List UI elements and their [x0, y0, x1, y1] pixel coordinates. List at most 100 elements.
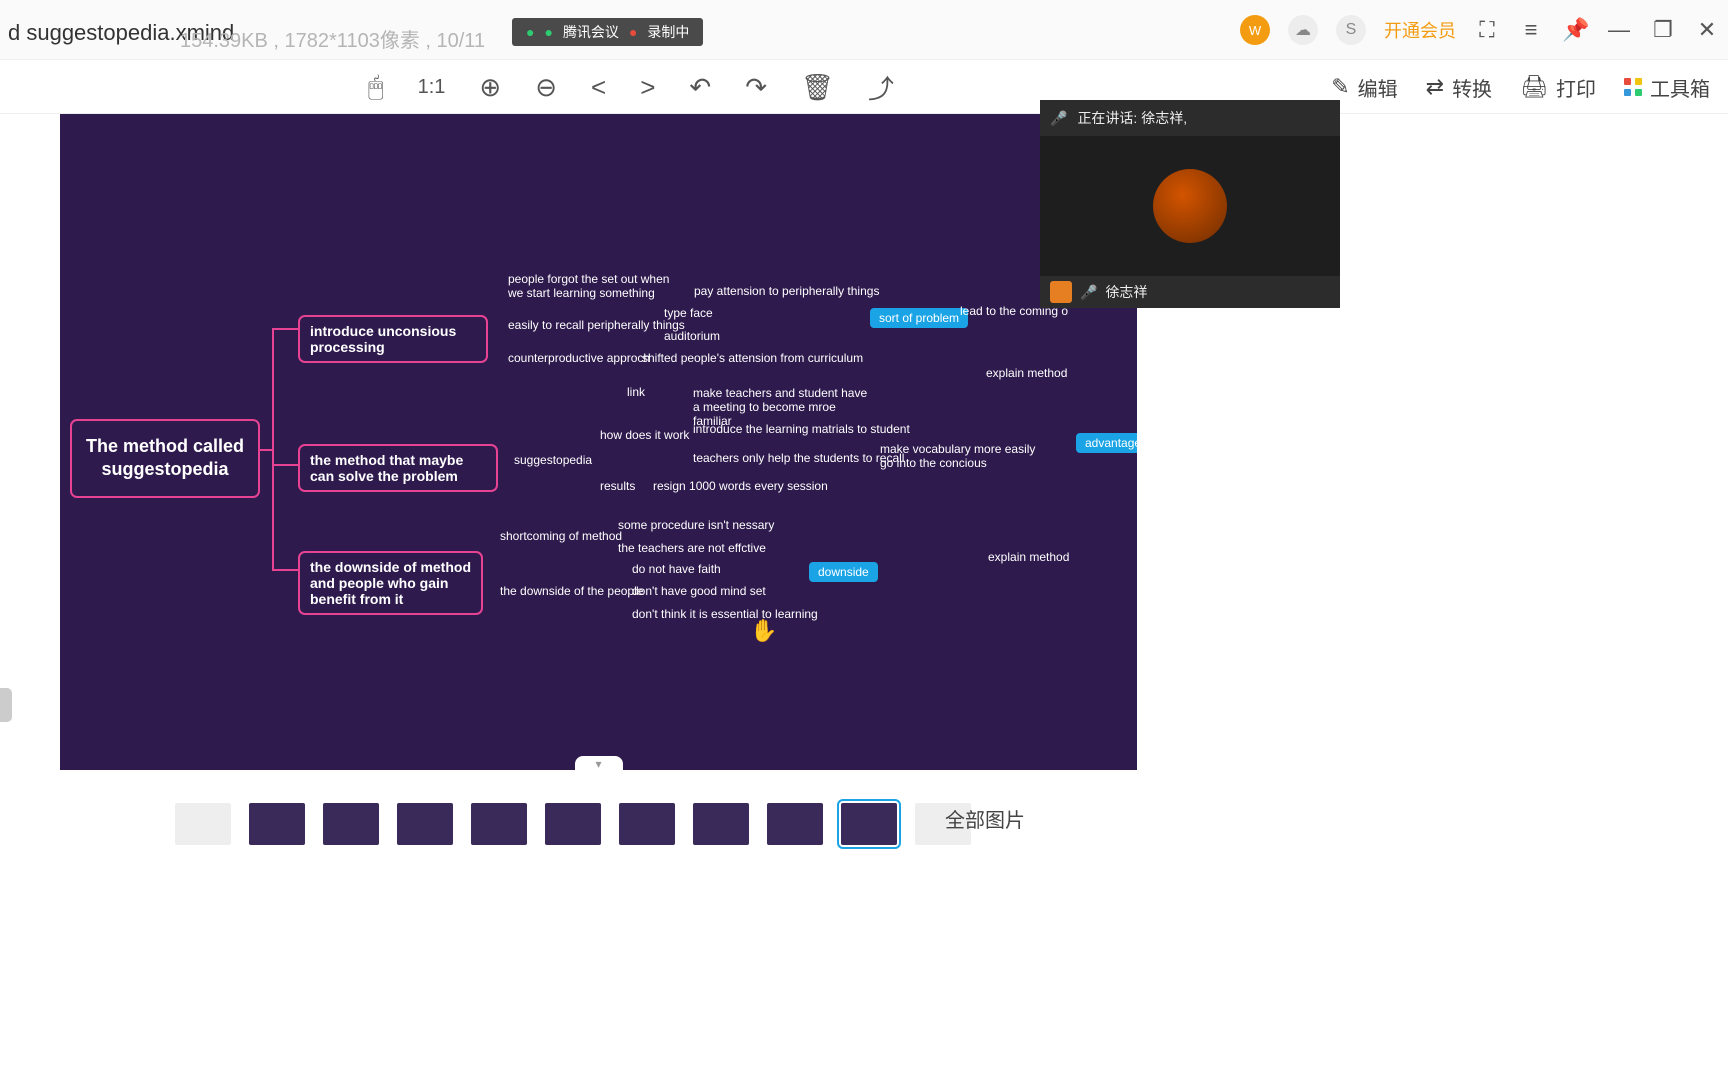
- file-dimensions: 1782*1103像素: [285, 30, 420, 52]
- fullscreen-icon[interactable]: ⛶: [1474, 17, 1500, 43]
- mindmap-node[interactable]: some procedure isn't nessary: [618, 518, 774, 532]
- overlay-body: [1040, 136, 1340, 276]
- mic-active-icon: 🎤: [1050, 110, 1067, 127]
- mic-icon: 🎤: [1080, 284, 1097, 301]
- thumbnail-7[interactable]: [619, 803, 675, 845]
- mindmap-tag[interactable]: sort of problem: [870, 308, 968, 328]
- mindmap-node[interactable]: the teachers are not effctive: [618, 541, 766, 555]
- speaking-label: 正在讲话: 徐志祥,: [1077, 108, 1187, 128]
- rotate-left-icon[interactable]: ↶: [689, 72, 711, 103]
- thumbnail-9[interactable]: [767, 803, 823, 845]
- mindmap-node[interactable]: people forgot the set out when we start …: [508, 272, 678, 300]
- grid-icon: [1624, 78, 1642, 96]
- mindmap-branch-2[interactable]: the method that maybe can solve the prob…: [298, 444, 498, 492]
- toolbar-right: ✎编辑 ⇄转换 🖨打印 工具箱: [1331, 60, 1710, 114]
- minimize-icon[interactable]: —: [1606, 17, 1632, 43]
- mindmap-branch-1[interactable]: introduce unconsious processing: [298, 315, 488, 363]
- mindmap-node[interactable]: results: [600, 479, 635, 493]
- mindmap-branch-3[interactable]: the downside of method and people who ga…: [298, 551, 483, 615]
- skype-icon[interactable]: S: [1336, 15, 1366, 45]
- thumbnail-4[interactable]: [397, 803, 453, 845]
- mindmap-node[interactable]: link: [627, 385, 645, 399]
- mindmap-root[interactable]: The method called suggestopedia: [70, 419, 260, 498]
- zoom-1to1-button[interactable]: 1:1: [418, 76, 446, 99]
- toolbox-button[interactable]: 工具箱: [1624, 73, 1710, 102]
- titlebar-right: W ☁ S 开通会员 ⛶ ≡ 📌 — ❐ ✕: [1240, 0, 1720, 60]
- toolbar: 🖱 1:1 ⊕ ⊖ < > ↶ ↷ 🗑 ⤴ ✎编辑 ⇄转换 🖨打印 工具箱: [0, 60, 1728, 114]
- mindmap-node[interactable]: how does it work: [600, 428, 689, 442]
- drag-cursor-icon: ✋: [750, 618, 777, 644]
- cloud-icon[interactable]: ☁: [1288, 15, 1318, 45]
- mindmap-node[interactable]: introduce the learning matrials to stude…: [693, 422, 910, 436]
- thumbnail-2[interactable]: [249, 803, 305, 845]
- image-viewer[interactable]: The method called suggestopedia introduc…: [60, 114, 1137, 770]
- swap-icon: ⇄: [1426, 74, 1444, 100]
- file-index: 10/11: [437, 30, 486, 52]
- connector-line: [272, 569, 298, 571]
- user-badge-icon: [1050, 281, 1072, 303]
- pin-icon[interactable]: 📌: [1562, 17, 1588, 43]
- connector-line: [272, 328, 298, 330]
- thumbnail-6[interactable]: [545, 803, 601, 845]
- titlebar: d suggestopedia.xmind 154.39KB , 1782*11…: [0, 0, 1728, 60]
- overlay-user: 徐志祥: [1105, 282, 1147, 302]
- mic-on-dot-icon: ●: [526, 24, 534, 40]
- vip-link[interactable]: 开通会员: [1384, 17, 1456, 43]
- pencil-icon: ✎: [1331, 74, 1349, 100]
- mindmap-tag[interactable]: advantage: [1076, 433, 1137, 453]
- thumbnail-10[interactable]: [841, 803, 897, 845]
- menu-icon[interactable]: ≡: [1518, 17, 1544, 43]
- convert-button[interactable]: ⇄转换: [1426, 73, 1492, 102]
- meeting-app-name: 腾讯会议: [563, 22, 619, 42]
- mindmap-node[interactable]: auditorium: [664, 329, 720, 343]
- rotate-right-icon[interactable]: ↷: [745, 72, 767, 103]
- thumbnail-3[interactable]: [323, 803, 379, 845]
- mindmap-node[interactable]: explain method: [986, 366, 1067, 380]
- collapse-handle-icon[interactable]: ▾: [575, 756, 623, 770]
- print-button[interactable]: 🖨打印: [1520, 73, 1596, 102]
- mouse-icon[interactable]: 🖱: [368, 71, 384, 103]
- mindmap-node[interactable]: shifted people's attension from curricul…: [642, 351, 863, 365]
- signal-dot-icon: ●: [544, 24, 552, 40]
- speaker-avatar-icon: [1153, 169, 1227, 243]
- mindmap-node[interactable]: make vocabulary more easily go into the …: [880, 442, 1050, 470]
- mindmap-node[interactable]: shortcoming of method: [500, 529, 622, 543]
- zoom-in-icon[interactable]: ⊕: [479, 72, 501, 103]
- mindmap-node[interactable]: explain method: [988, 550, 1069, 564]
- mindmap-node[interactable]: counterproductive approch: [508, 351, 650, 365]
- mindmap-node[interactable]: easily to recall peripherally things: [508, 318, 685, 332]
- mindmap-node[interactable]: suggestopedia: [514, 453, 592, 467]
- file-size: 154.39KB: [180, 30, 268, 52]
- mindmap-node[interactable]: do not have faith: [632, 562, 721, 576]
- toolbar-left: 🖱 1:1 ⊕ ⊖ < > ↶ ↷ 🗑 ⤴: [368, 60, 894, 114]
- zoom-out-icon[interactable]: ⊖: [535, 72, 557, 103]
- thumbnail-5[interactable]: [471, 803, 527, 845]
- delete-icon[interactable]: 🗑: [801, 72, 834, 103]
- mindmap-node[interactable]: resign 1000 words every session: [653, 479, 828, 493]
- mindmap-node[interactable]: type face: [664, 306, 713, 320]
- edit-button[interactable]: ✎编辑: [1331, 73, 1397, 102]
- mindmap-tag[interactable]: downside: [809, 562, 878, 582]
- left-scroll-handle[interactable]: [0, 688, 12, 722]
- thumbnail-8[interactable]: [693, 803, 749, 845]
- thumbnail-strip: [175, 790, 971, 858]
- user-avatar-icon[interactable]: W: [1240, 15, 1270, 45]
- close-icon[interactable]: ✕: [1694, 17, 1720, 43]
- video-overlay[interactable]: 🎤 正在讲话: 徐志祥, 🎤 徐志祥: [1040, 100, 1340, 308]
- overlay-header: 🎤 正在讲话: 徐志祥,: [1040, 100, 1340, 136]
- overlay-footer: 🎤 徐志祥: [1040, 276, 1340, 308]
- next-icon[interactable]: >: [640, 72, 655, 103]
- maximize-icon[interactable]: ❐: [1650, 17, 1676, 43]
- share-icon[interactable]: ⤴: [868, 69, 894, 106]
- prev-icon[interactable]: <: [591, 72, 606, 103]
- mindmap-node[interactable]: don't think it is essential to learning: [632, 607, 818, 621]
- meeting-status-pill[interactable]: ● ● 腾讯会议 ● 录制中: [512, 18, 703, 46]
- connector-line: [272, 464, 298, 466]
- mindmap-node[interactable]: the downside of the people: [500, 584, 643, 598]
- mindmap-node[interactable]: don't have good mind set: [632, 584, 766, 598]
- all-images-link[interactable]: 全部图片: [945, 804, 1025, 833]
- mindmap-node[interactable]: teachers only help the students to recal…: [693, 451, 904, 465]
- mindmap-node[interactable]: pay attension to peripherally things: [694, 284, 879, 298]
- thumbnail-1[interactable]: [175, 803, 231, 845]
- printer-icon: 🖨: [1520, 74, 1548, 100]
